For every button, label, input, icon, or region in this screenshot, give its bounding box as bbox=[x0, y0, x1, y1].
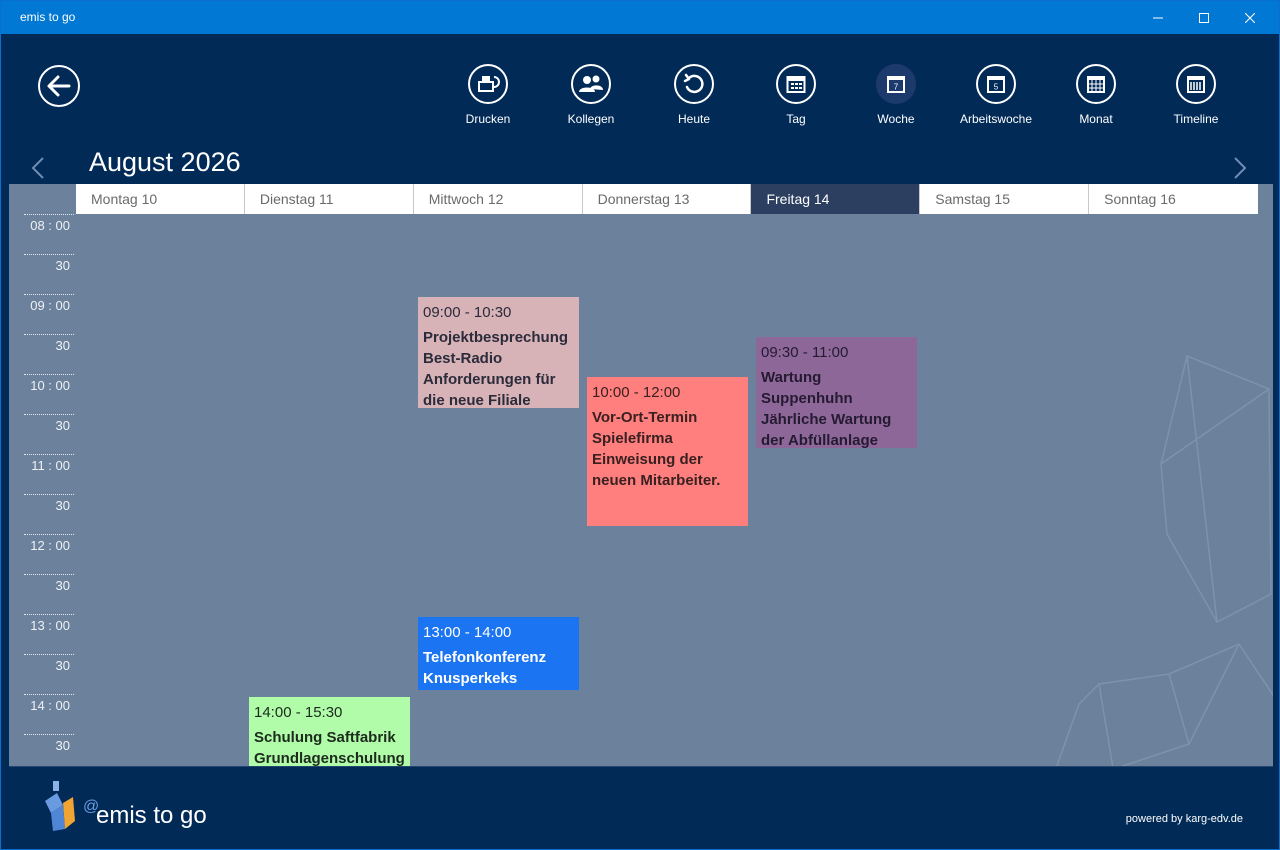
time-column: 08 : 00 30 09 : 00 30 10 : 00 30 11 : 00 30 12 :… bbox=[9, 214, 75, 766]
event-title-line: Vor-Ort-Termin bbox=[592, 409, 698, 426]
work-week-button[interactable]: 5 Arbeitswoche bbox=[946, 64, 1046, 126]
event-time: 09:00 - 10:30 bbox=[423, 304, 512, 321]
day-header-row: Montag 10 Dienstag 11 Mittwoch 12 Donner… bbox=[76, 184, 1259, 214]
maximize-button[interactable] bbox=[1181, 1, 1227, 34]
event-title-line: Knusperkeks bbox=[423, 670, 518, 687]
day-view-button[interactable]: Tag bbox=[746, 64, 846, 126]
app-window: emis to go Drucken Kollegen Heute Tag 7 … bbox=[0, 0, 1280, 850]
event-title-line: Telefonkonferenz bbox=[423, 649, 547, 666]
timeline-icon bbox=[1187, 76, 1205, 93]
time-slot-label: 30 bbox=[24, 494, 74, 534]
day-header[interactable]: Dienstag 11 bbox=[244, 184, 414, 214]
event-title-line: Schulung Saftfabrik bbox=[254, 729, 396, 746]
event-title-line: Best-Radio bbox=[423, 350, 503, 367]
time-slot-label: 14 : 00 bbox=[24, 694, 74, 734]
svg-text:7: 7 bbox=[894, 83, 899, 92]
time-slot-label: 30 bbox=[24, 414, 74, 454]
print-button[interactable]: Drucken bbox=[438, 64, 538, 126]
calendar-event[interactable]: 09:00 - 10:30 Projektbesprechung Best-Radi… bbox=[418, 297, 579, 408]
toolbar-label: Timeline bbox=[1173, 112, 1219, 126]
colleagues-button[interactable]: Kollegen bbox=[541, 64, 641, 126]
calendar-event[interactable]: 10:00 - 12:00 Vor-Ort-Termin Spielefirma Ei… bbox=[587, 377, 748, 526]
toolbar-label: Monat bbox=[1079, 112, 1113, 126]
print-icon bbox=[478, 76, 500, 92]
week-calendar: Montag 10 Dienstag 11 Mittwoch 12 Donner… bbox=[9, 184, 1273, 766]
event-title-line: Grundlagenschulung bbox=[254, 750, 405, 766]
event-title-line: der Abfüllanlage bbox=[761, 432, 878, 448]
time-slot-label: 12 : 00 bbox=[24, 534, 74, 574]
back-arrow-icon bbox=[47, 75, 71, 97]
title-bar: emis to go bbox=[1, 1, 1279, 34]
day-header[interactable]: Samstag 15 bbox=[920, 184, 1090, 214]
app-footer: @ emis to go powered by karg-edv.de bbox=[9, 766, 1273, 846]
chevron-right-icon bbox=[1234, 157, 1247, 179]
previous-week-button[interactable] bbox=[31, 156, 45, 184]
time-slot-label: 30 bbox=[24, 254, 74, 294]
event-title-line: Anforderungen für bbox=[423, 371, 556, 388]
time-slot-label: 13 : 00 bbox=[24, 614, 74, 654]
month-view-button[interactable]: Monat bbox=[1046, 64, 1146, 126]
toolbar-label: Drucken bbox=[465, 112, 511, 126]
logo-icon: @ bbox=[45, 781, 99, 831]
event-title-line: Wartung bbox=[761, 369, 822, 386]
back-button[interactable] bbox=[38, 65, 80, 107]
day-header[interactable]: Montag 10 bbox=[76, 184, 245, 214]
time-slot-label: 10 : 00 bbox=[24, 374, 74, 414]
day-header[interactable]: Sonntag 16 bbox=[1089, 184, 1259, 214]
time-slot-label: 30 bbox=[24, 574, 74, 614]
event-title-line: Jährliche Wartung bbox=[761, 411, 892, 428]
next-week-button[interactable] bbox=[1233, 156, 1247, 184]
event-time: 13:00 - 14:00 bbox=[423, 624, 512, 641]
toolbar-label: Kollegen bbox=[567, 112, 615, 126]
time-slot-label: 09 : 00 bbox=[24, 294, 74, 334]
powered-by-link[interactable]: powered by karg-edv.de bbox=[1126, 813, 1243, 825]
event-title-line: Einweisung der bbox=[592, 451, 703, 468]
time-slot-label: 11 : 00 bbox=[24, 454, 74, 494]
toolbar-label: Woche bbox=[877, 112, 915, 126]
month-view-icon bbox=[1087, 76, 1105, 93]
day-view-icon bbox=[786, 76, 806, 93]
event-title-line: die neue Filiale bbox=[423, 392, 531, 408]
minimize-icon bbox=[1153, 17, 1163, 18]
app-header: Drucken Kollegen Heute Tag 7 Woche 5 Arb… bbox=[9, 34, 1273, 184]
maximize-icon bbox=[1199, 12, 1209, 23]
calendar-event[interactable]: 14:00 - 15:30 Schulung Saftfabrik Grundlag… bbox=[249, 697, 410, 766]
timeline-button[interactable]: Timeline bbox=[1146, 64, 1246, 126]
minimize-button[interactable] bbox=[1135, 1, 1181, 34]
event-time: 09:30 - 11:00 bbox=[761, 344, 849, 361]
toolbar-label: Tag bbox=[786, 112, 806, 126]
day-header[interactable]: Mittwoch 12 bbox=[413, 184, 583, 214]
month-title: August 2026 bbox=[89, 147, 241, 177]
event-title-line: Projektbesprechung bbox=[423, 329, 569, 346]
event-title-line: neuen Mitarbeiter. bbox=[592, 472, 721, 489]
week-view-icon: 7 bbox=[887, 76, 905, 93]
chevron-left-icon bbox=[31, 157, 44, 179]
toolbar-label: Heute bbox=[677, 112, 711, 126]
time-slot-label: 30 bbox=[24, 654, 74, 694]
calendar-event[interactable]: 13:00 - 14:00 Telefonkonferenz Knusperkeks bbox=[418, 617, 579, 690]
week-view-button[interactable]: 7 Woche bbox=[846, 64, 946, 126]
time-slot-label: 08 : 00 bbox=[24, 214, 74, 254]
day-header-today[interactable]: Freitag 14 bbox=[751, 184, 921, 214]
event-title-line: Suppenhuhn bbox=[761, 390, 853, 407]
toolbar-label: Arbeitswoche bbox=[959, 112, 1033, 126]
calendar-event[interactable]: 09:30 - 11:00 Wartung Suppenhuhn Jährliche … bbox=[756, 337, 917, 448]
time-slot-label: 30 bbox=[24, 734, 74, 766]
colleagues-icon bbox=[579, 75, 603, 92]
today-icon bbox=[683, 73, 704, 94]
brand-name: emis to go bbox=[96, 802, 207, 829]
background-decoration bbox=[1056, 354, 1273, 766]
today-button[interactable]: Heute bbox=[644, 64, 744, 126]
window-title: emis to go bbox=[20, 10, 76, 24]
event-time: 14:00 - 15:30 bbox=[254, 704, 343, 721]
event-title-line: Spielefirma bbox=[592, 430, 673, 447]
close-button[interactable] bbox=[1227, 1, 1273, 34]
day-header[interactable]: Donnerstag 13 bbox=[582, 184, 752, 214]
event-time: 10:00 - 12:00 bbox=[592, 384, 681, 401]
work-week-icon: 5 bbox=[987, 76, 1005, 93]
time-slot-label: 30 bbox=[24, 334, 74, 374]
svg-text:5: 5 bbox=[994, 83, 999, 92]
close-icon bbox=[1245, 12, 1255, 23]
